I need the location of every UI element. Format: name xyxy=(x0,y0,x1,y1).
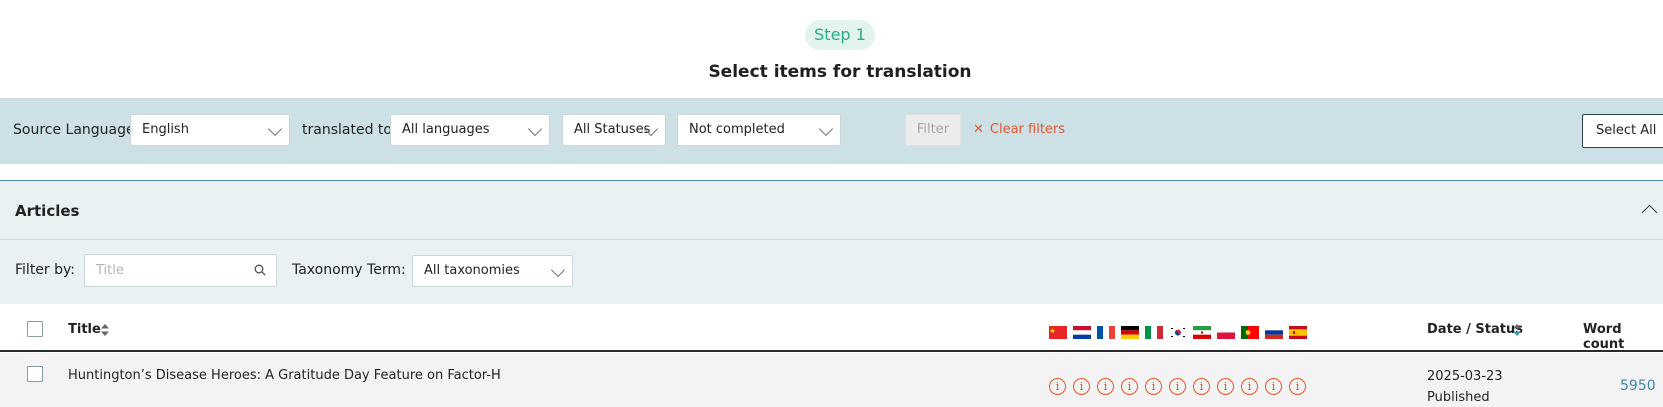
flag-pl-icon xyxy=(1217,326,1235,339)
table-row[interactable]: Huntington’s Disease Heroes: A Gratitude… xyxy=(0,353,1663,407)
flag-de-icon xyxy=(1121,326,1139,339)
row-date: 2025-03-23 xyxy=(1427,369,1503,384)
info-circle-icon[interactable]: i xyxy=(1073,378,1090,395)
translated-to-label: translated to: xyxy=(302,122,397,138)
flag-cn-icon xyxy=(1049,326,1067,339)
select-all-checkbox[interactable] xyxy=(27,321,43,337)
flag-it-icon xyxy=(1145,326,1163,339)
info-circle-icon[interactable]: i xyxy=(1265,378,1282,395)
search-icon[interactable] xyxy=(254,264,266,276)
info-circle-icon[interactable]: i xyxy=(1217,378,1234,395)
source-language-select[interactable]: English xyxy=(130,114,290,146)
flag-ir-icon xyxy=(1193,326,1211,339)
info-circle-icon[interactable]: i xyxy=(1193,378,1210,395)
select-all-button[interactable]: Select All xyxy=(1582,114,1663,148)
taxonomy-term-label: Taxonomy Term: xyxy=(292,262,406,278)
target-language-select[interactable]: All languages xyxy=(390,114,550,146)
info-circle-icon[interactable]: i xyxy=(1289,378,1306,395)
column-header-title[interactable]: Title xyxy=(68,322,101,337)
info-circle-icon[interactable]: i xyxy=(1097,378,1114,395)
table-header: Title Date / Status Word count xyxy=(0,304,1663,352)
status-select[interactable]: All Statuses xyxy=(562,114,666,146)
column-header-date-status[interactable]: Date / Status xyxy=(1427,322,1523,337)
info-circle-icon[interactable]: i xyxy=(1121,378,1138,395)
row-title[interactable]: Huntington’s Disease Heroes: A Gratitude… xyxy=(68,368,501,383)
filter-by-label: Filter by: xyxy=(15,262,75,278)
flag-fr-icon xyxy=(1097,326,1115,339)
column-header-word-count: Word count xyxy=(1583,322,1625,352)
step-badge: Step 1 xyxy=(805,20,875,50)
page-title: Select items for translation xyxy=(708,62,972,82)
articles-panel: Articles Filter by: Taxonomy Term: All t… xyxy=(0,180,1663,304)
row-word-count[interactable]: 5950 xyxy=(1620,378,1656,394)
flag-nl-icon xyxy=(1073,326,1091,339)
articles-title: Articles xyxy=(15,202,80,220)
flag-pt-icon xyxy=(1241,326,1259,339)
flag-kr-icon xyxy=(1169,326,1187,339)
info-circle-icon[interactable]: i xyxy=(1049,378,1066,395)
title-search-input[interactable] xyxy=(85,255,245,286)
sort-icon[interactable] xyxy=(100,323,110,337)
flag-es-icon xyxy=(1289,326,1307,339)
sort-icon[interactable] xyxy=(1512,323,1522,337)
completion-select[interactable]: Not completed xyxy=(677,114,841,146)
flag-ru-icon xyxy=(1265,326,1283,339)
info-circle-icon[interactable]: i xyxy=(1169,378,1186,395)
target-language-value: All languages xyxy=(402,122,490,137)
filter-button[interactable]: Filter xyxy=(905,114,961,146)
filter-bar: Source Language: English translated to: … xyxy=(0,98,1663,164)
row-status: Published xyxy=(1427,390,1490,405)
chevron-down-icon xyxy=(550,262,566,278)
completion-value: Not completed xyxy=(689,122,785,137)
info-circle-icon[interactable]: i xyxy=(1241,378,1258,395)
chevron-down-icon xyxy=(818,121,834,137)
row-checkbox[interactable] xyxy=(27,366,43,382)
chevron-down-icon xyxy=(527,121,543,137)
close-icon: ✕ xyxy=(973,122,984,137)
divider xyxy=(0,239,1663,240)
source-language-value: English xyxy=(142,122,189,137)
status-value: All Statuses xyxy=(574,122,651,137)
chevron-down-icon xyxy=(267,121,283,137)
source-language-label: Source Language: xyxy=(13,122,140,138)
info-circle-icon[interactable]: i xyxy=(1145,378,1162,395)
taxonomy-select[interactable]: All taxonomies xyxy=(412,255,573,287)
clear-filters-label: Clear filters xyxy=(989,122,1066,137)
step-header: Step 1 Select items for translation xyxy=(0,0,1663,98)
clear-filters-link[interactable]: ✕ Clear filters xyxy=(973,122,1065,137)
taxonomy-value: All taxonomies xyxy=(424,263,520,278)
chevron-up-icon[interactable] xyxy=(1641,204,1658,221)
title-search-box xyxy=(84,254,277,287)
